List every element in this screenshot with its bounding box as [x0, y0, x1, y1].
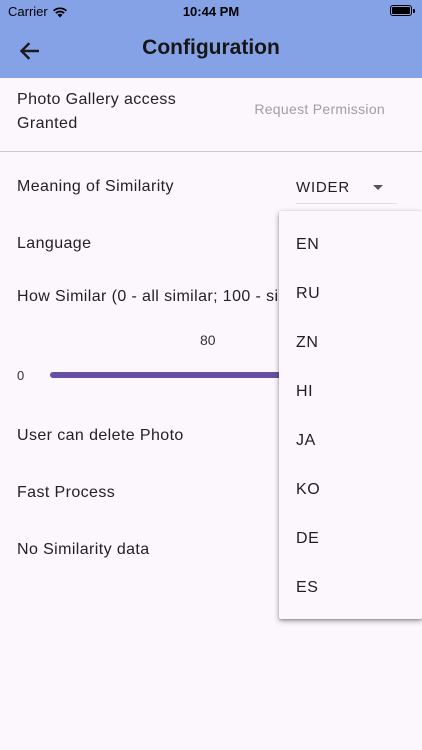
request-permission-button[interactable]: Request Permission	[254, 101, 385, 117]
language-dropdown-menu: EN RU ZN HI JA KO DE ES	[279, 211, 422, 619]
page-title: Configuration	[142, 36, 280, 59]
similarity-slider[interactable]	[50, 372, 310, 378]
slider-min-label: 0	[17, 368, 25, 383]
slider-value-label: 80	[200, 332, 216, 348]
similarity-dropdown[interactable]: WIDER	[296, 174, 397, 204]
dropdown-arrow-icon	[373, 185, 383, 190]
status-time: 10:44 PM	[182, 4, 240, 19]
status-bar: Carrier 10:44 PM	[0, 0, 422, 24]
language-option-ko[interactable]: KO	[279, 465, 422, 514]
similarity-dropdown-value: WIDER	[296, 179, 350, 196]
language-option-ru[interactable]: RU	[279, 269, 422, 318]
photo-gallery-status-label: Photo Gallery access Granted	[17, 91, 177, 132]
battery-icon	[390, 5, 415, 16]
language-option-ja[interactable]: JA	[279, 416, 422, 465]
app-bar: Configuration	[0, 24, 422, 78]
language-option-zn[interactable]: ZN	[279, 318, 422, 367]
language-option-es[interactable]: ES	[279, 563, 422, 612]
language-option-de[interactable]: DE	[279, 514, 422, 563]
divider	[0, 151, 422, 152]
language-option-en[interactable]: EN	[279, 220, 422, 269]
app-header: Carrier 10:44 PM Configuration	[0, 0, 422, 78]
how-similar-label: How Similar (0 - all similar; 100 - simi…	[17, 288, 316, 305]
language-option-hi[interactable]: HI	[279, 367, 422, 416]
